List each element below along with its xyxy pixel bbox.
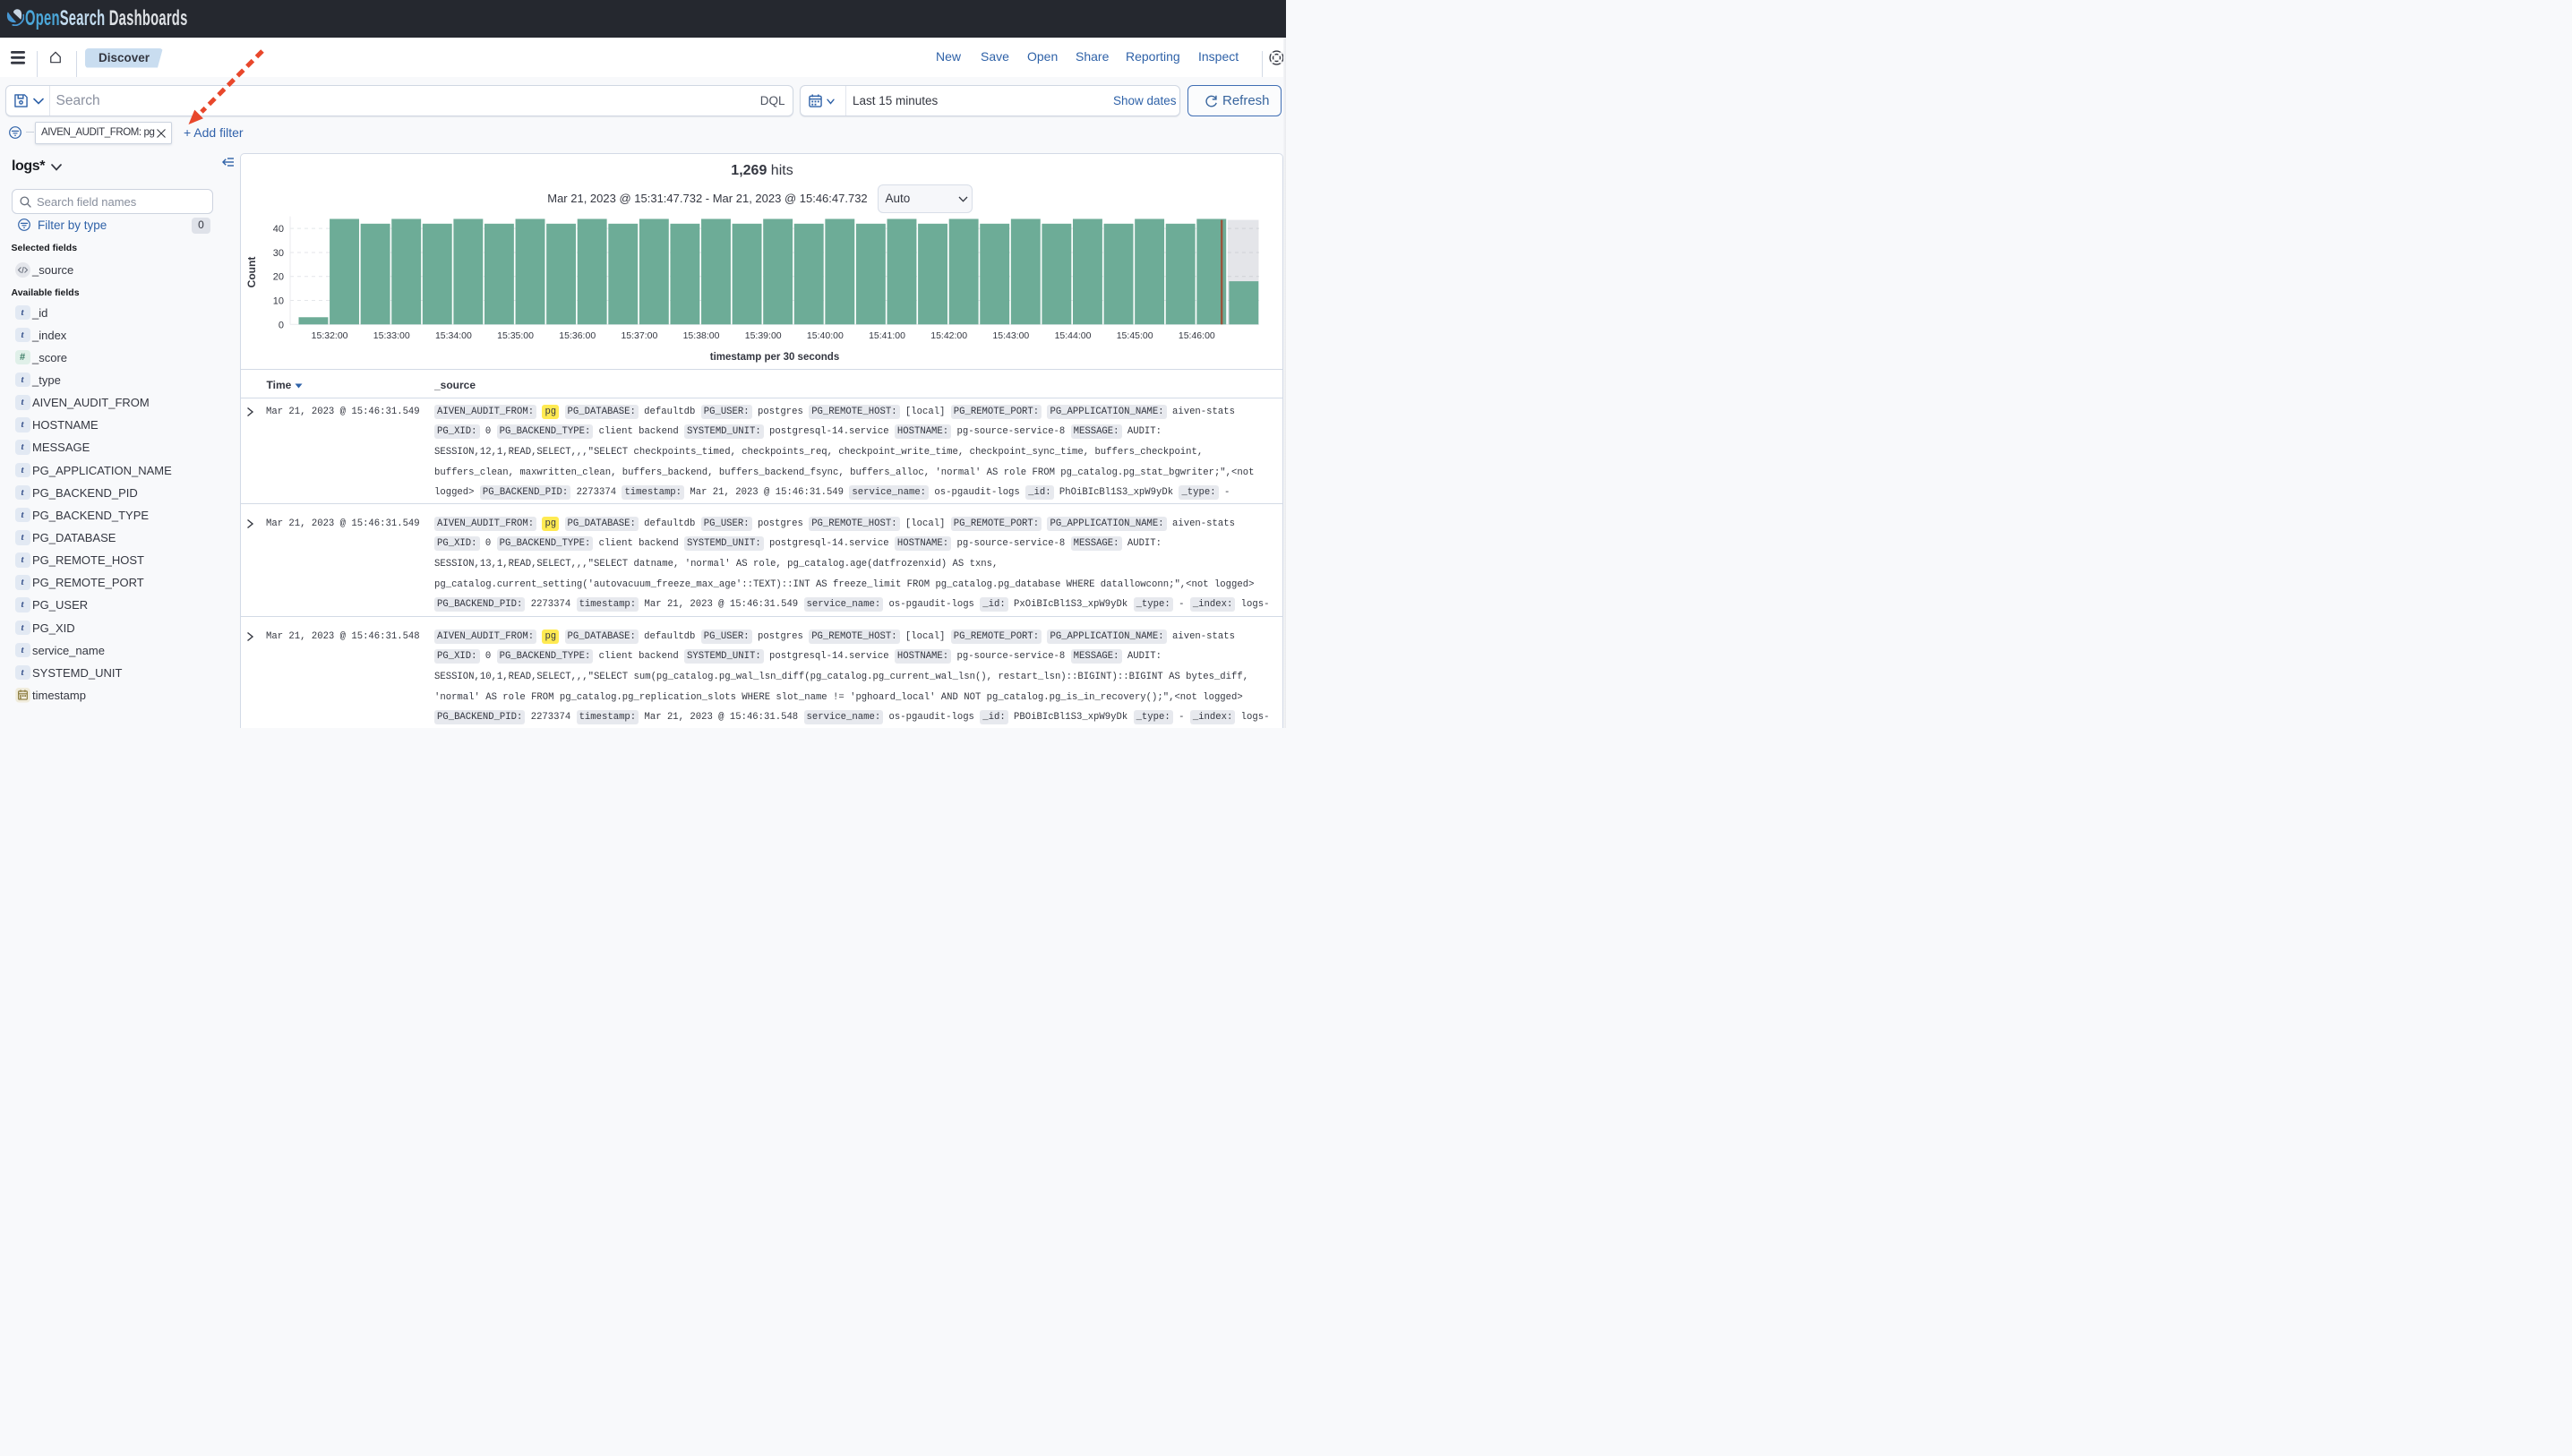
svg-text:15:40:00: 15:40:00	[806, 330, 843, 341]
svg-text:15:34:00: 15:34:00	[434, 330, 471, 341]
svg-text:15:36:00: 15:36:00	[559, 330, 596, 341]
svg-text:15:43:00: 15:43:00	[992, 330, 1029, 341]
svg-text:15:37:00: 15:37:00	[621, 330, 657, 341]
svg-text:15:33:00: 15:33:00	[373, 330, 409, 341]
svg-text:timestamp per 30 seconds: timestamp per 30 seconds	[709, 352, 838, 363]
svg-text:0: 0	[278, 320, 283, 330]
svg-text:30: 30	[272, 248, 283, 259]
svg-text:15:32:00: 15:32:00	[311, 330, 347, 341]
svg-text:15:45:00: 15:45:00	[1116, 330, 1153, 341]
svg-text:10: 10	[272, 296, 283, 307]
svg-text:15:38:00: 15:38:00	[682, 330, 719, 341]
svg-text:15:44:00: 15:44:00	[1054, 330, 1091, 341]
svg-text:40: 40	[272, 224, 283, 235]
svg-text:15:39:00: 15:39:00	[744, 330, 781, 341]
svg-text:15:41:00: 15:41:00	[869, 330, 905, 341]
svg-text:Count: Count	[245, 257, 258, 288]
svg-text:15:42:00: 15:42:00	[930, 330, 967, 341]
svg-text:15:46:00: 15:46:00	[1178, 330, 1214, 341]
svg-text:15:35:00: 15:35:00	[497, 330, 534, 341]
svg-text:20: 20	[272, 272, 283, 283]
